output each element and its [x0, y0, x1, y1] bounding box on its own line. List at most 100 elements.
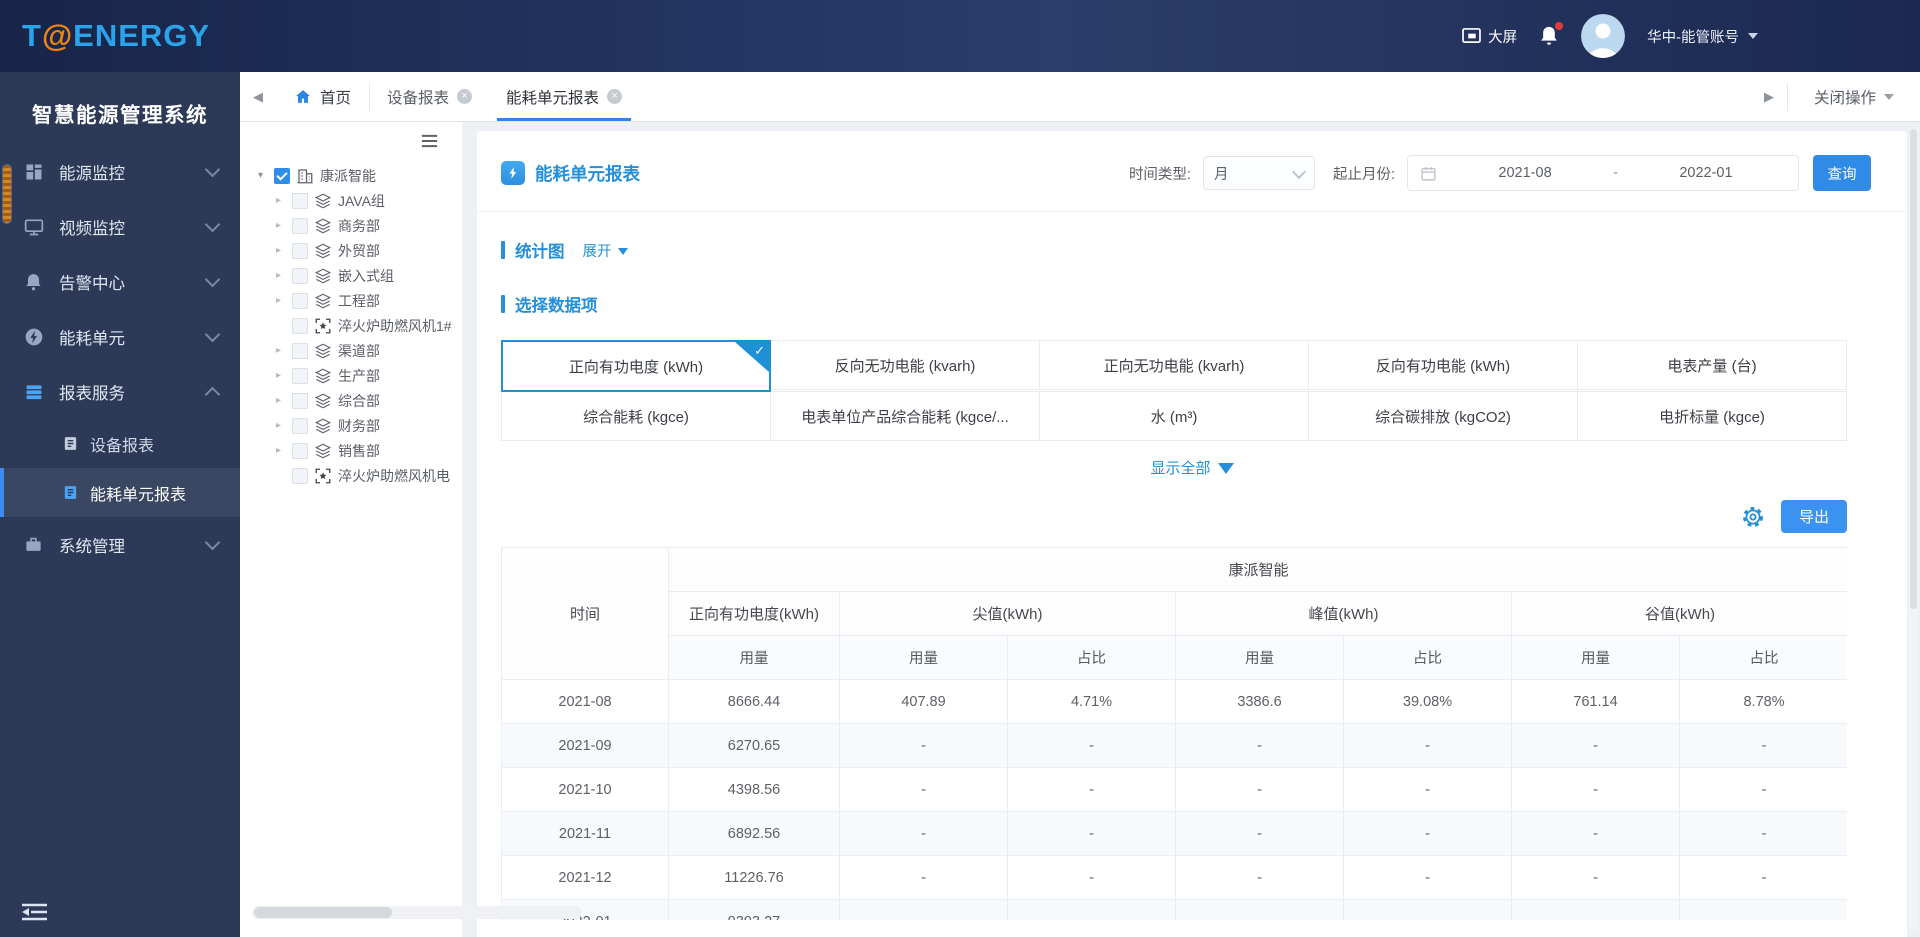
end-month-value[interactable]: 2022-01	[1626, 165, 1786, 181]
horizontal-scrollbar-thumb[interactable]	[254, 907, 392, 918]
tree-checkbox-unchecked[interactable]	[292, 442, 308, 459]
cell-value: 11226.76	[668, 855, 840, 900]
cell-time: 2021-09	[501, 723, 669, 768]
tree-node[interactable]: ▸ 销售部	[240, 438, 462, 463]
caret-collapsed-icon[interactable]: ▸	[276, 395, 291, 406]
sidebar-scroll-indicator[interactable]	[2, 164, 12, 224]
tree-checkbox-checked[interactable]	[274, 167, 290, 184]
caret-collapsed-icon[interactable]: ▸	[276, 195, 291, 206]
tabs-scroll-right-button[interactable]: ▶	[1751, 89, 1787, 105]
chart-expand-toggle[interactable]: 展开	[583, 240, 628, 261]
caret-collapsed-icon[interactable]: ▸	[276, 420, 291, 431]
tree-node[interactable]: ▸ 综合部	[240, 388, 462, 413]
tree-checkbox-unchecked[interactable]	[292, 192, 308, 209]
tree-collapse-button[interactable]	[421, 134, 438, 148]
data-item-button[interactable]: 综合碳排放 (kgCO2)	[1308, 391, 1578, 441]
tab-device-report[interactable]: 设备报表 ×	[370, 72, 489, 121]
tree-node[interactable]: ▸ 生产部	[240, 363, 462, 388]
gear-icon[interactable]	[1741, 505, 1765, 529]
tree-node[interactable]: ▸ 嵌入式组	[240, 263, 462, 288]
caret-collapsed-icon[interactable]: ▸	[276, 220, 291, 231]
tree-node[interactable]: ▸ 商务部	[240, 213, 462, 238]
big-screen-button[interactable]: 大屏	[1462, 26, 1517, 47]
tree-node[interactable]: ▸ 渠道部	[240, 338, 462, 363]
caret-collapsed-icon[interactable]: ▸	[276, 445, 291, 456]
start-month-value[interactable]: 2021-08	[1445, 165, 1605, 181]
tree-checkbox-unchecked[interactable]	[292, 467, 308, 484]
sidebar-item-system-management[interactable]: 系统管理	[0, 517, 240, 572]
tree-node[interactable]: 淬火炉助燃风机1#	[240, 313, 462, 338]
table-row[interactable]: 2021-12 11226.76- - - - - -	[501, 855, 1847, 900]
cell-value: 8.78%	[1678, 679, 1847, 724]
data-item-button[interactable]: 正向无功电能 (kvarh)	[1039, 340, 1309, 390]
tree-checkbox-unchecked[interactable]	[292, 217, 308, 234]
table-row[interactable]: 2021-11 6892.56- - - - - -	[501, 811, 1847, 856]
tab-home[interactable]: 首页	[276, 72, 369, 121]
export-button[interactable]: 导出	[1781, 500, 1847, 533]
tree-checkbox-unchecked[interactable]	[292, 317, 308, 334]
caret-collapsed-icon[interactable]: ▸	[276, 270, 291, 281]
data-item-button[interactable]: 电表单位产品综合能耗 (kgce/...	[770, 391, 1040, 441]
data-item-button[interactable]: 电折标量 (kgce)	[1577, 391, 1847, 441]
tree-node-root[interactable]: ▾ 康派智能	[240, 163, 462, 188]
tree-node[interactable]: ▸ 外贸部	[240, 238, 462, 263]
data-item-button[interactable]: 综合能耗 (kgce)	[501, 391, 771, 441]
sidebar-item-alarm-center[interactable]: 告警中心	[0, 254, 240, 309]
section-bar	[501, 295, 505, 313]
sidebar-item-energy-monitor[interactable]: 能源监控	[0, 144, 240, 199]
sidebar-subitem-energy-unit-report[interactable]: 能耗单元报表	[0, 468, 240, 517]
caret-collapsed-icon[interactable]: ▸	[276, 245, 291, 256]
caret-collapsed-icon[interactable]: ▸	[276, 370, 291, 381]
chevron-down-icon	[204, 216, 221, 233]
tree-node[interactable]: ▸ JAVA组	[240, 188, 462, 213]
alarm-icon	[24, 272, 46, 292]
data-item-button[interactable]: 电表产量 (台)	[1577, 340, 1847, 390]
notification-bell-button[interactable]	[1539, 22, 1564, 47]
vertical-scrollbar[interactable]	[1909, 127, 1918, 931]
caret-collapsed-icon[interactable]: ▸	[276, 345, 291, 356]
tabs-scroll-left-button[interactable]: ◀	[240, 89, 276, 105]
time-type-select[interactable]: 月	[1202, 156, 1315, 190]
data-item-button[interactable]: 水 (m³)	[1039, 391, 1309, 441]
show-all-toggle[interactable]: 显示全部	[477, 457, 1907, 478]
data-item-label: 电表单位产品综合能耗 (kgce/...	[801, 408, 1009, 426]
tree-checkbox-unchecked[interactable]	[292, 392, 308, 409]
table-row[interactable]: 2022-019393.27------	[501, 899, 1847, 920]
query-button[interactable]: 查询	[1813, 155, 1871, 191]
data-item-label: 综合碳排放 (kgCO2)	[1375, 408, 1511, 426]
horizontal-scrollbar[interactable]	[252, 906, 582, 919]
month-range-input[interactable]: 2021-08 - 2022-01	[1407, 155, 1799, 191]
vertical-scrollbar-thumb[interactable]	[1910, 129, 1917, 609]
sidebar-subitem-device-report[interactable]: 设备报表	[0, 419, 240, 468]
data-item-button[interactable]: 反向有功电能 (kWh)	[1308, 340, 1578, 390]
tree-checkbox-unchecked[interactable]	[292, 417, 308, 434]
data-item-button[interactable]: 反向无功电能 (kvarh)	[770, 340, 1040, 390]
tree-checkbox-unchecked[interactable]	[292, 267, 308, 284]
tab-close-icon[interactable]: ×	[457, 89, 473, 104]
tab-list: 设备报表 × 能耗单元报表 ×	[370, 72, 639, 121]
caret-collapsed-icon[interactable]: ▸	[276, 295, 291, 306]
tree-checkbox-unchecked[interactable]	[292, 342, 308, 359]
cell-time: 2021-08	[501, 679, 669, 724]
avatar[interactable]	[1581, 14, 1626, 58]
tab-energy-unit-report[interactable]: 能耗单元报表 ×	[489, 72, 639, 121]
sidebar-item-video-monitor[interactable]: 视频监控	[0, 199, 240, 254]
tree-checkbox-unchecked[interactable]	[292, 242, 308, 259]
tree-checkbox-unchecked[interactable]	[292, 292, 308, 309]
sidebar-collapse-button[interactable]	[22, 903, 47, 921]
sidebar-item-energy-unit[interactable]: 能耗单元	[0, 309, 240, 364]
tree-node[interactable]: ▸ 工程部	[240, 288, 462, 313]
tree-node[interactable]: 淬火炉助燃风机电	[240, 463, 462, 488]
sidebar-item-label: 报表服务	[59, 384, 125, 403]
tab-close-icon[interactable]: ×	[607, 89, 623, 104]
tree-node[interactable]: ▸ 财务部	[240, 413, 462, 438]
table-row[interactable]: 2021-09 6270.65- - - - - -	[501, 723, 1847, 768]
caret-expanded-icon[interactable]: ▾	[258, 170, 273, 181]
table-row[interactable]: 2021-10 4398.56- - - - - -	[501, 767, 1847, 812]
close-operations-menu[interactable]: 关闭操作	[1788, 86, 1920, 108]
tree-checkbox-unchecked[interactable]	[292, 367, 308, 384]
table-row[interactable]: 2021-08 8666.44 407.89 4.71% 3386.6 39.08% 761…	[501, 679, 1847, 724]
sidebar-item-report-service[interactable]: 报表服务	[0, 364, 240, 419]
data-item-button[interactable]: 正向有功电度 (kWh) ✓	[501, 340, 771, 392]
account-menu[interactable]: 华中-能管账号	[1647, 26, 1758, 47]
